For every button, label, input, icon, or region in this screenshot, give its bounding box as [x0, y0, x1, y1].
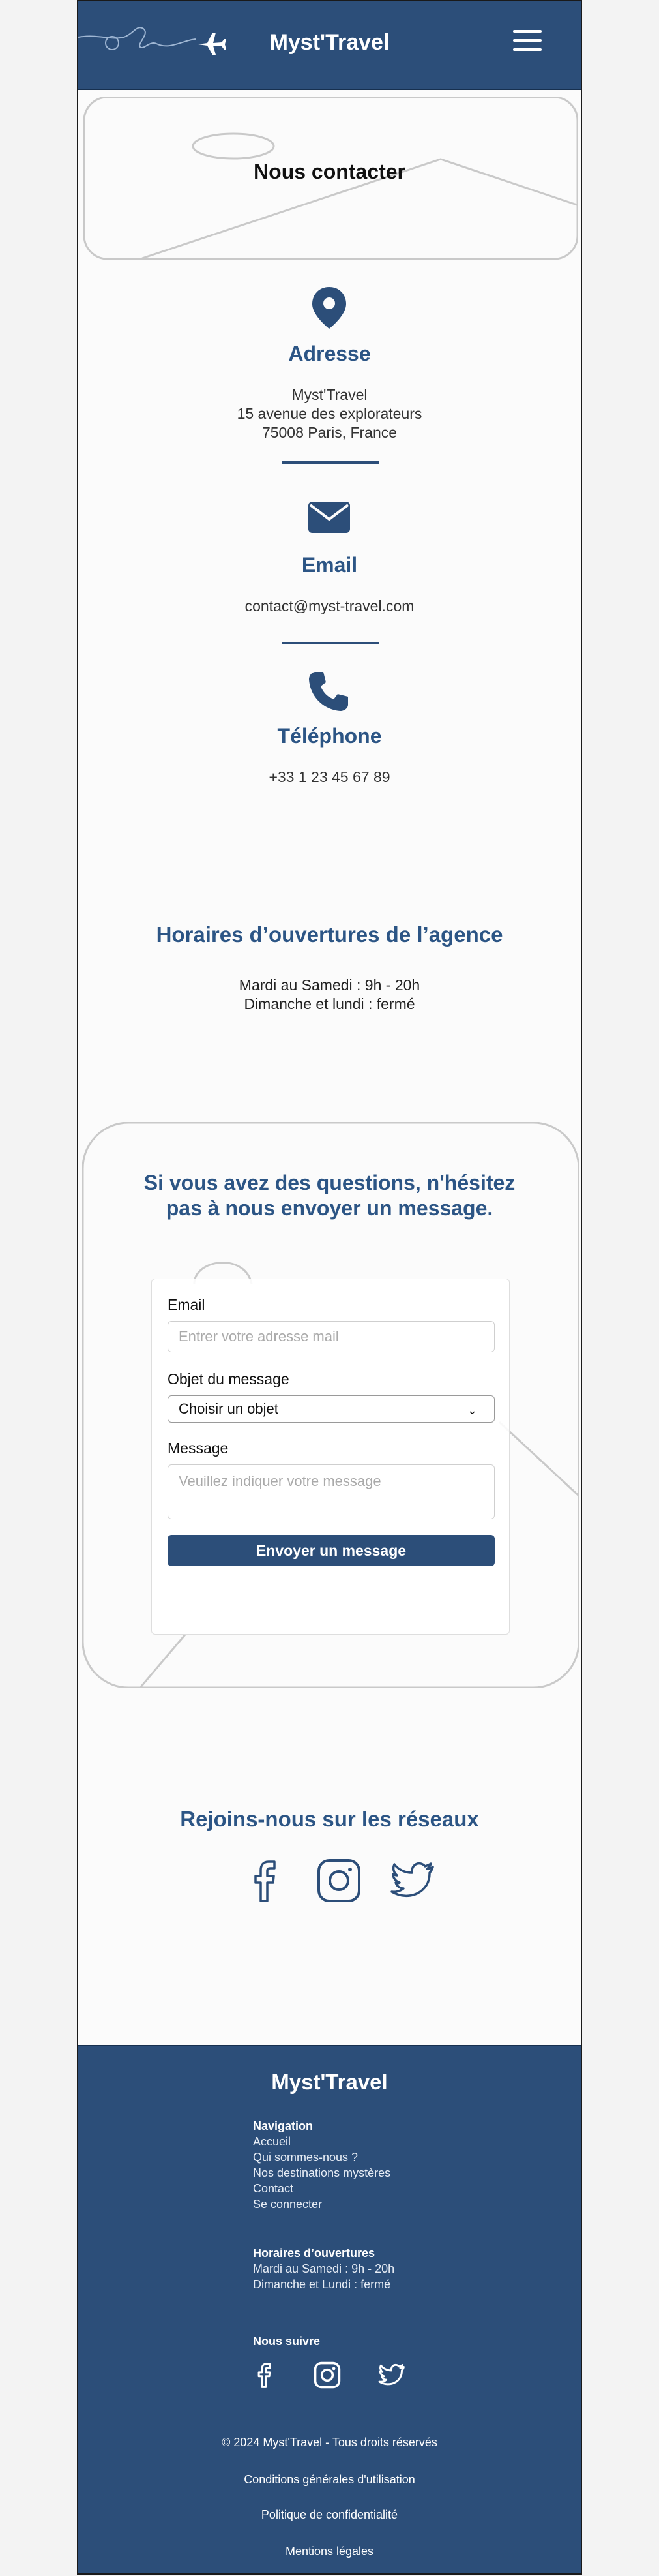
menu-hamburger-icon[interactable] [513, 30, 542, 52]
chevron-down-icon: ⌄ [467, 1404, 477, 1417]
footer-follow: Nous suivre [253, 2333, 320, 2349]
footer-navigation: Navigation Accueil Qui sommes-nous ? Nos… [253, 2118, 390, 2212]
address-block: Adresse Myst'Travel 15 avenue des explor… [78, 342, 581, 442]
footer-link-legal[interactable]: Mentions légales [78, 2545, 581, 2558]
message-label: Message [168, 1440, 229, 1457]
email-block: Email contact@myst-travel.com [78, 553, 581, 616]
footer-nav-link[interactable]: Qui sommes-nous ? [253, 2149, 390, 2165]
twitter-icon[interactable] [377, 2361, 407, 2389]
instagram-icon[interactable] [313, 2361, 342, 2389]
hours-text: Mardi au Samedi : 9h - 20h Dimanche et l… [78, 976, 581, 1014]
send-message-button[interactable]: Envoyer un message [168, 1535, 495, 1566]
divider [282, 642, 379, 644]
form-title: Si vous avez des questions, n'hésitez pa… [143, 1171, 516, 1220]
footer-nav-title: Navigation [253, 2119, 314, 2132]
phone-block: Téléphone +33 1 23 45 67 89 [78, 724, 581, 787]
email-input[interactable]: Entrer votre adresse mail [168, 1321, 495, 1352]
footer-hours: Horaires d’ouvertures Mardi au Samedi : … [253, 2245, 394, 2292]
footer-nav-link[interactable]: Nos destinations mystères [253, 2165, 390, 2181]
hours-line: Mardi au Samedi : 9h - 20h [239, 977, 420, 993]
envelope-icon [308, 502, 350, 533]
phone-title: Téléphone [277, 724, 382, 748]
twitter-icon[interactable] [388, 1856, 437, 1905]
copyright: © 2024 Myst'Travel - Tous droits réservé… [222, 2436, 437, 2449]
social-title: Rejoins-nous sur les réseaux [180, 1807, 479, 1831]
footer-nav-link[interactable]: Se connecter [253, 2196, 390, 2212]
subject-select-value: Choisir un objet [179, 1401, 278, 1417]
map-pin-icon [312, 287, 346, 329]
facebook-icon[interactable] [241, 1856, 289, 1905]
page-title: Nous contacter [254, 160, 405, 183]
email-value[interactable]: contact@myst-travel.com [78, 597, 581, 616]
address-line: 15 avenue des explorateurs [237, 405, 422, 422]
footer-hours-line: Dimanche et Lundi : fermé [253, 2278, 391, 2291]
footer-link-cgu[interactable]: Conditions générales d'utilisation [78, 2473, 581, 2487]
site-header: Myst'Travel [78, 1, 581, 90]
footer-hours-line: Mardi au Samedi : 9h - 20h [253, 2262, 395, 2275]
facebook-icon[interactable] [250, 2361, 279, 2389]
site-footer: Myst'Travel Navigation Accueil Qui somme… [78, 2045, 581, 2573]
footer-social-links [250, 2361, 420, 2392]
subject-label: Objet du message [168, 1371, 289, 1387]
hours-line: Dimanche et lundi : fermé [244, 995, 415, 1012]
email-title: Email [301, 553, 358, 577]
email-label: Email [168, 1296, 205, 1313]
footer-follow-title: Nous suivre [253, 2335, 321, 2348]
footer-link-privacy[interactable]: Politique de confidentialité [78, 2508, 581, 2522]
page-frame: Myst'Travel Nous contacter Adresse Myst'… [77, 0, 582, 2575]
site-logo[interactable]: Myst'Travel [78, 30, 581, 55]
footer-hours-title: Horaires d’ouvertures [253, 2247, 375, 2260]
instagram-icon[interactable] [315, 1856, 363, 1905]
address-line: 75008 Paris, France [261, 424, 398, 441]
footer-logo[interactable]: Myst'Travel [78, 2070, 581, 2095]
contact-form: Email Entrer votre adresse mail Objet du… [151, 1279, 510, 1635]
social-links [241, 1856, 437, 1905]
divider [282, 461, 379, 464]
footer-nav-link[interactable]: Contact [253, 2181, 390, 2196]
address-title: Adresse [288, 342, 371, 365]
phone-value[interactable]: +33 1 23 45 67 89 [78, 768, 581, 787]
phone-icon [309, 672, 348, 711]
message-textarea[interactable]: Veuillez indiquer votre message [168, 1464, 495, 1519]
address-line: Myst'Travel [291, 386, 368, 403]
footer-nav-link[interactable]: Accueil [253, 2134, 390, 2149]
hours-title: Horaires d’ouvertures de l’agence [156, 922, 503, 947]
subject-select[interactable]: Choisir un objet ⌄ [168, 1395, 495, 1423]
